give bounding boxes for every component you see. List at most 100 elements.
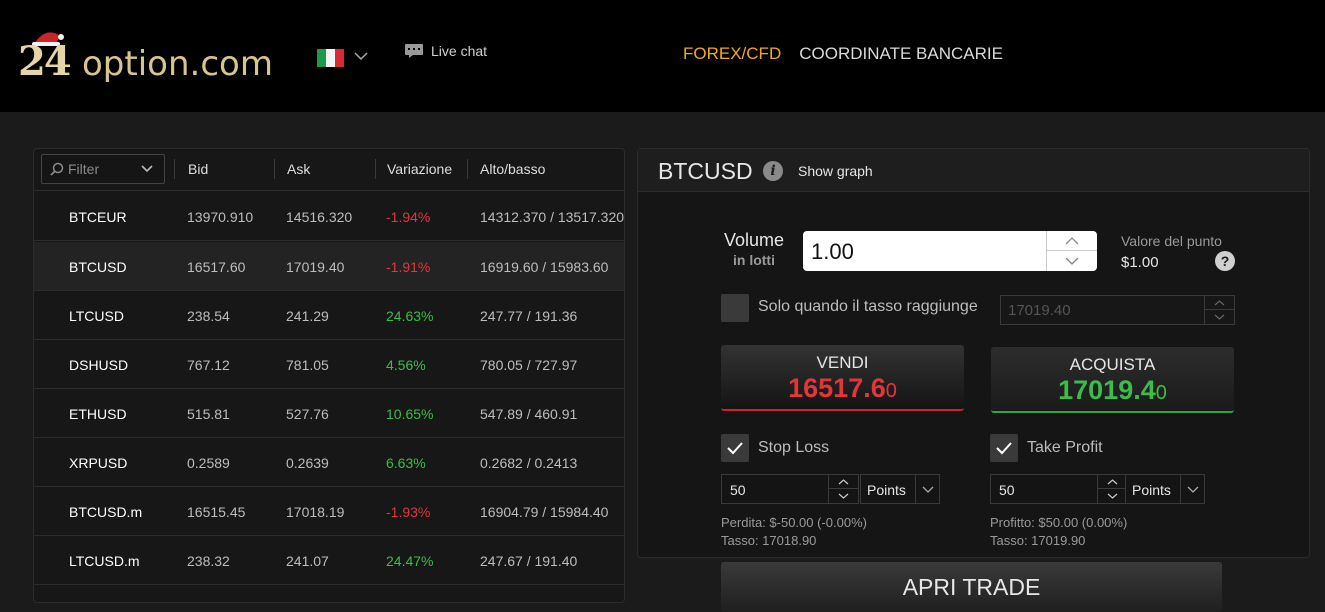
buy-button[interactable]: ACQUISTA 17019.40	[991, 347, 1234, 413]
column-divider	[274, 159, 275, 179]
table-row[interactable]: BTCUSD 16517.60 17019.40 -1.91% 16919.60…	[34, 242, 624, 291]
table-header: Filter Bid Ask Variazione Alto/basso	[34, 149, 624, 191]
stop-loss-input[interactable]: 50	[721, 474, 859, 504]
volume-label: Volume	[723, 230, 785, 250]
bid-cell: 0.2589	[187, 455, 230, 471]
sell-button[interactable]: VENDI 16517.60	[721, 345, 964, 411]
table-row[interactable]: XRPUSD 0.2589 0.2639 6.63% 0.2682 / 0.24…	[34, 438, 624, 487]
show-graph-link[interactable]: Show graph	[798, 163, 873, 179]
checkmark-icon	[727, 442, 743, 455]
loss-amount: Perdita: $-50.00 (-0.00%)	[721, 515, 867, 530]
info-icon[interactable]: i	[763, 161, 783, 181]
instrument-title: BTCUSD	[658, 158, 753, 184]
table-row[interactable]: BTCEUR 13970.910 14516.320 -1.94% 14312.…	[34, 192, 624, 241]
table-row[interactable]: BTCUSD.m 16515.45 17018.19 -1.93% 16904.…	[34, 487, 624, 536]
change-cell: -1.94%	[386, 209, 431, 225]
sell-label: VENDI	[816, 353, 869, 372]
dropdown-arrow	[915, 475, 939, 503]
take-profit-info: Profitto: $50.00 (0.00%) Tasso: 17019.90	[990, 514, 1127, 550]
volume-stepper	[1046, 231, 1097, 271]
bid-cell: 13970.910	[187, 209, 254, 225]
chevron-down-icon	[141, 165, 153, 173]
search-icon	[50, 162, 64, 176]
target-rate-input[interactable]: 17019.40	[1000, 295, 1235, 325]
stepper-down-button[interactable]	[1047, 251, 1097, 271]
stepper-down-button[interactable]	[829, 489, 858, 503]
column-divider	[467, 159, 468, 179]
chevron-down-icon[interactable]	[352, 49, 370, 63]
chevron-up-icon	[838, 479, 849, 485]
stepper-up-button[interactable]	[829, 475, 858, 489]
live-chat-link[interactable]: Live chat	[405, 43, 487, 59]
high-low-cell: 247.67 / 191.40	[480, 553, 578, 569]
ask-cell: 14516.320	[286, 209, 353, 225]
high-low-cell: 16904.79 / 15984.40	[480, 504, 609, 520]
stepper-down-button[interactable]	[1098, 489, 1127, 503]
buy-price: 17019.40	[1058, 375, 1167, 405]
take-profit-checkbox[interactable]	[990, 434, 1018, 462]
high-low-cell: 247.77 / 191.36	[480, 308, 578, 324]
change-cell: 6.63%	[386, 455, 426, 471]
stepper-up-button[interactable]	[1098, 475, 1127, 489]
italy-flag-icon[interactable]	[317, 49, 344, 67]
table-row[interactable]: LTCUSD.m 238.32 241.07 24.47% 247.67 / 1…	[34, 536, 624, 585]
take-profit-value: 50	[999, 482, 1015, 498]
change-cell: 24.47%	[386, 553, 434, 569]
column-header-change[interactable]: Variazione	[387, 161, 452, 177]
volume-sublabel: in lotti	[733, 252, 775, 268]
volume-input[interactable]: 1.00	[803, 231, 1097, 271]
stop-loss-label: Stop Loss	[758, 439, 830, 456]
trade-panel-header: BTCUSD i Show graph	[638, 149, 1309, 192]
buy-label: ACQUISTA	[1069, 355, 1156, 374]
take-profit-input[interactable]: 50	[990, 474, 1128, 504]
open-trade-button[interactable]: APRI TRADE	[721, 562, 1222, 612]
nav-forex-cfd[interactable]: FOREX/CFD	[683, 44, 781, 64]
stop-loss-info: Perdita: $-50.00 (-0.00%) Tasso: 17018.9…	[721, 514, 867, 550]
ask-cell: 0.2639	[286, 455, 329, 471]
top-bar: 24 option.com Live chat FOREX/CFD COORDI…	[0, 0, 1325, 112]
stop-loss-unit-select[interactable]: Points	[860, 474, 940, 504]
take-profit-unit-select[interactable]: Points	[1125, 474, 1205, 504]
symbol-cell: ETHUSD	[69, 406, 127, 422]
table-row[interactable]: ETHUSD 515.81 527.76 10.65% 547.89 / 460…	[34, 389, 624, 438]
nav-coordinate-bancarie[interactable]: COORDINATE BANCARIE	[799, 44, 1003, 64]
bid-cell: 238.54	[187, 308, 230, 324]
chevron-up-icon	[1107, 479, 1118, 485]
table-row[interactable]: DSHUSD 767.12 781.05 4.56% 780.05 / 727.…	[34, 340, 624, 389]
solo-quando-label: Solo quando il tasso raggiunge	[758, 298, 978, 315]
column-header-bid[interactable]: Bid	[188, 161, 208, 177]
chevron-down-icon	[1065, 257, 1079, 265]
ask-cell: 781.05	[286, 357, 329, 373]
column-header-high-low[interactable]: Alto/basso	[480, 161, 545, 177]
logo-number: 24	[18, 38, 72, 85]
column-header-ask[interactable]: Ask	[287, 161, 310, 177]
stepper-up-button[interactable]	[1047, 231, 1097, 251]
chevron-down-icon	[1107, 493, 1118, 499]
chevron-down-icon	[1187, 486, 1199, 493]
brand-logo[interactable]: 24 option.com	[18, 30, 278, 85]
chevron-down-icon	[922, 486, 934, 493]
column-divider	[174, 159, 175, 179]
dropdown-arrow	[1180, 475, 1204, 503]
help-icon[interactable]: ?	[1215, 251, 1235, 271]
chevron-up-icon	[1214, 300, 1225, 306]
point-value: $1.00	[1121, 254, 1159, 271]
change-cell: 24.63%	[386, 308, 434, 324]
stop-loss-checkbox[interactable]	[721, 434, 749, 462]
volume-value: 1.00	[811, 239, 854, 264]
filter-dropdown[interactable]: Filter	[41, 154, 165, 184]
checkmark-icon	[996, 442, 1012, 455]
take-profit-unit: Points	[1132, 482, 1171, 498]
ask-cell: 527.76	[286, 406, 329, 422]
chat-bubble-icon	[405, 44, 423, 58]
stepper-down-button[interactable]	[1205, 310, 1234, 324]
chevron-down-icon	[1214, 314, 1225, 320]
high-low-cell: 780.05 / 727.97	[480, 357, 578, 373]
table-row[interactable]: LTCUSD 238.54 241.29 24.63% 247.77 / 191…	[34, 291, 624, 340]
change-cell: -1.93%	[386, 504, 431, 520]
live-chat-label: Live chat	[431, 43, 488, 59]
solo-quando-checkbox[interactable]	[721, 294, 749, 322]
bid-cell: 16515.45	[187, 504, 246, 520]
stepper-up-button[interactable]	[1205, 296, 1234, 310]
point-value-label: Valore del punto	[1121, 233, 1222, 249]
